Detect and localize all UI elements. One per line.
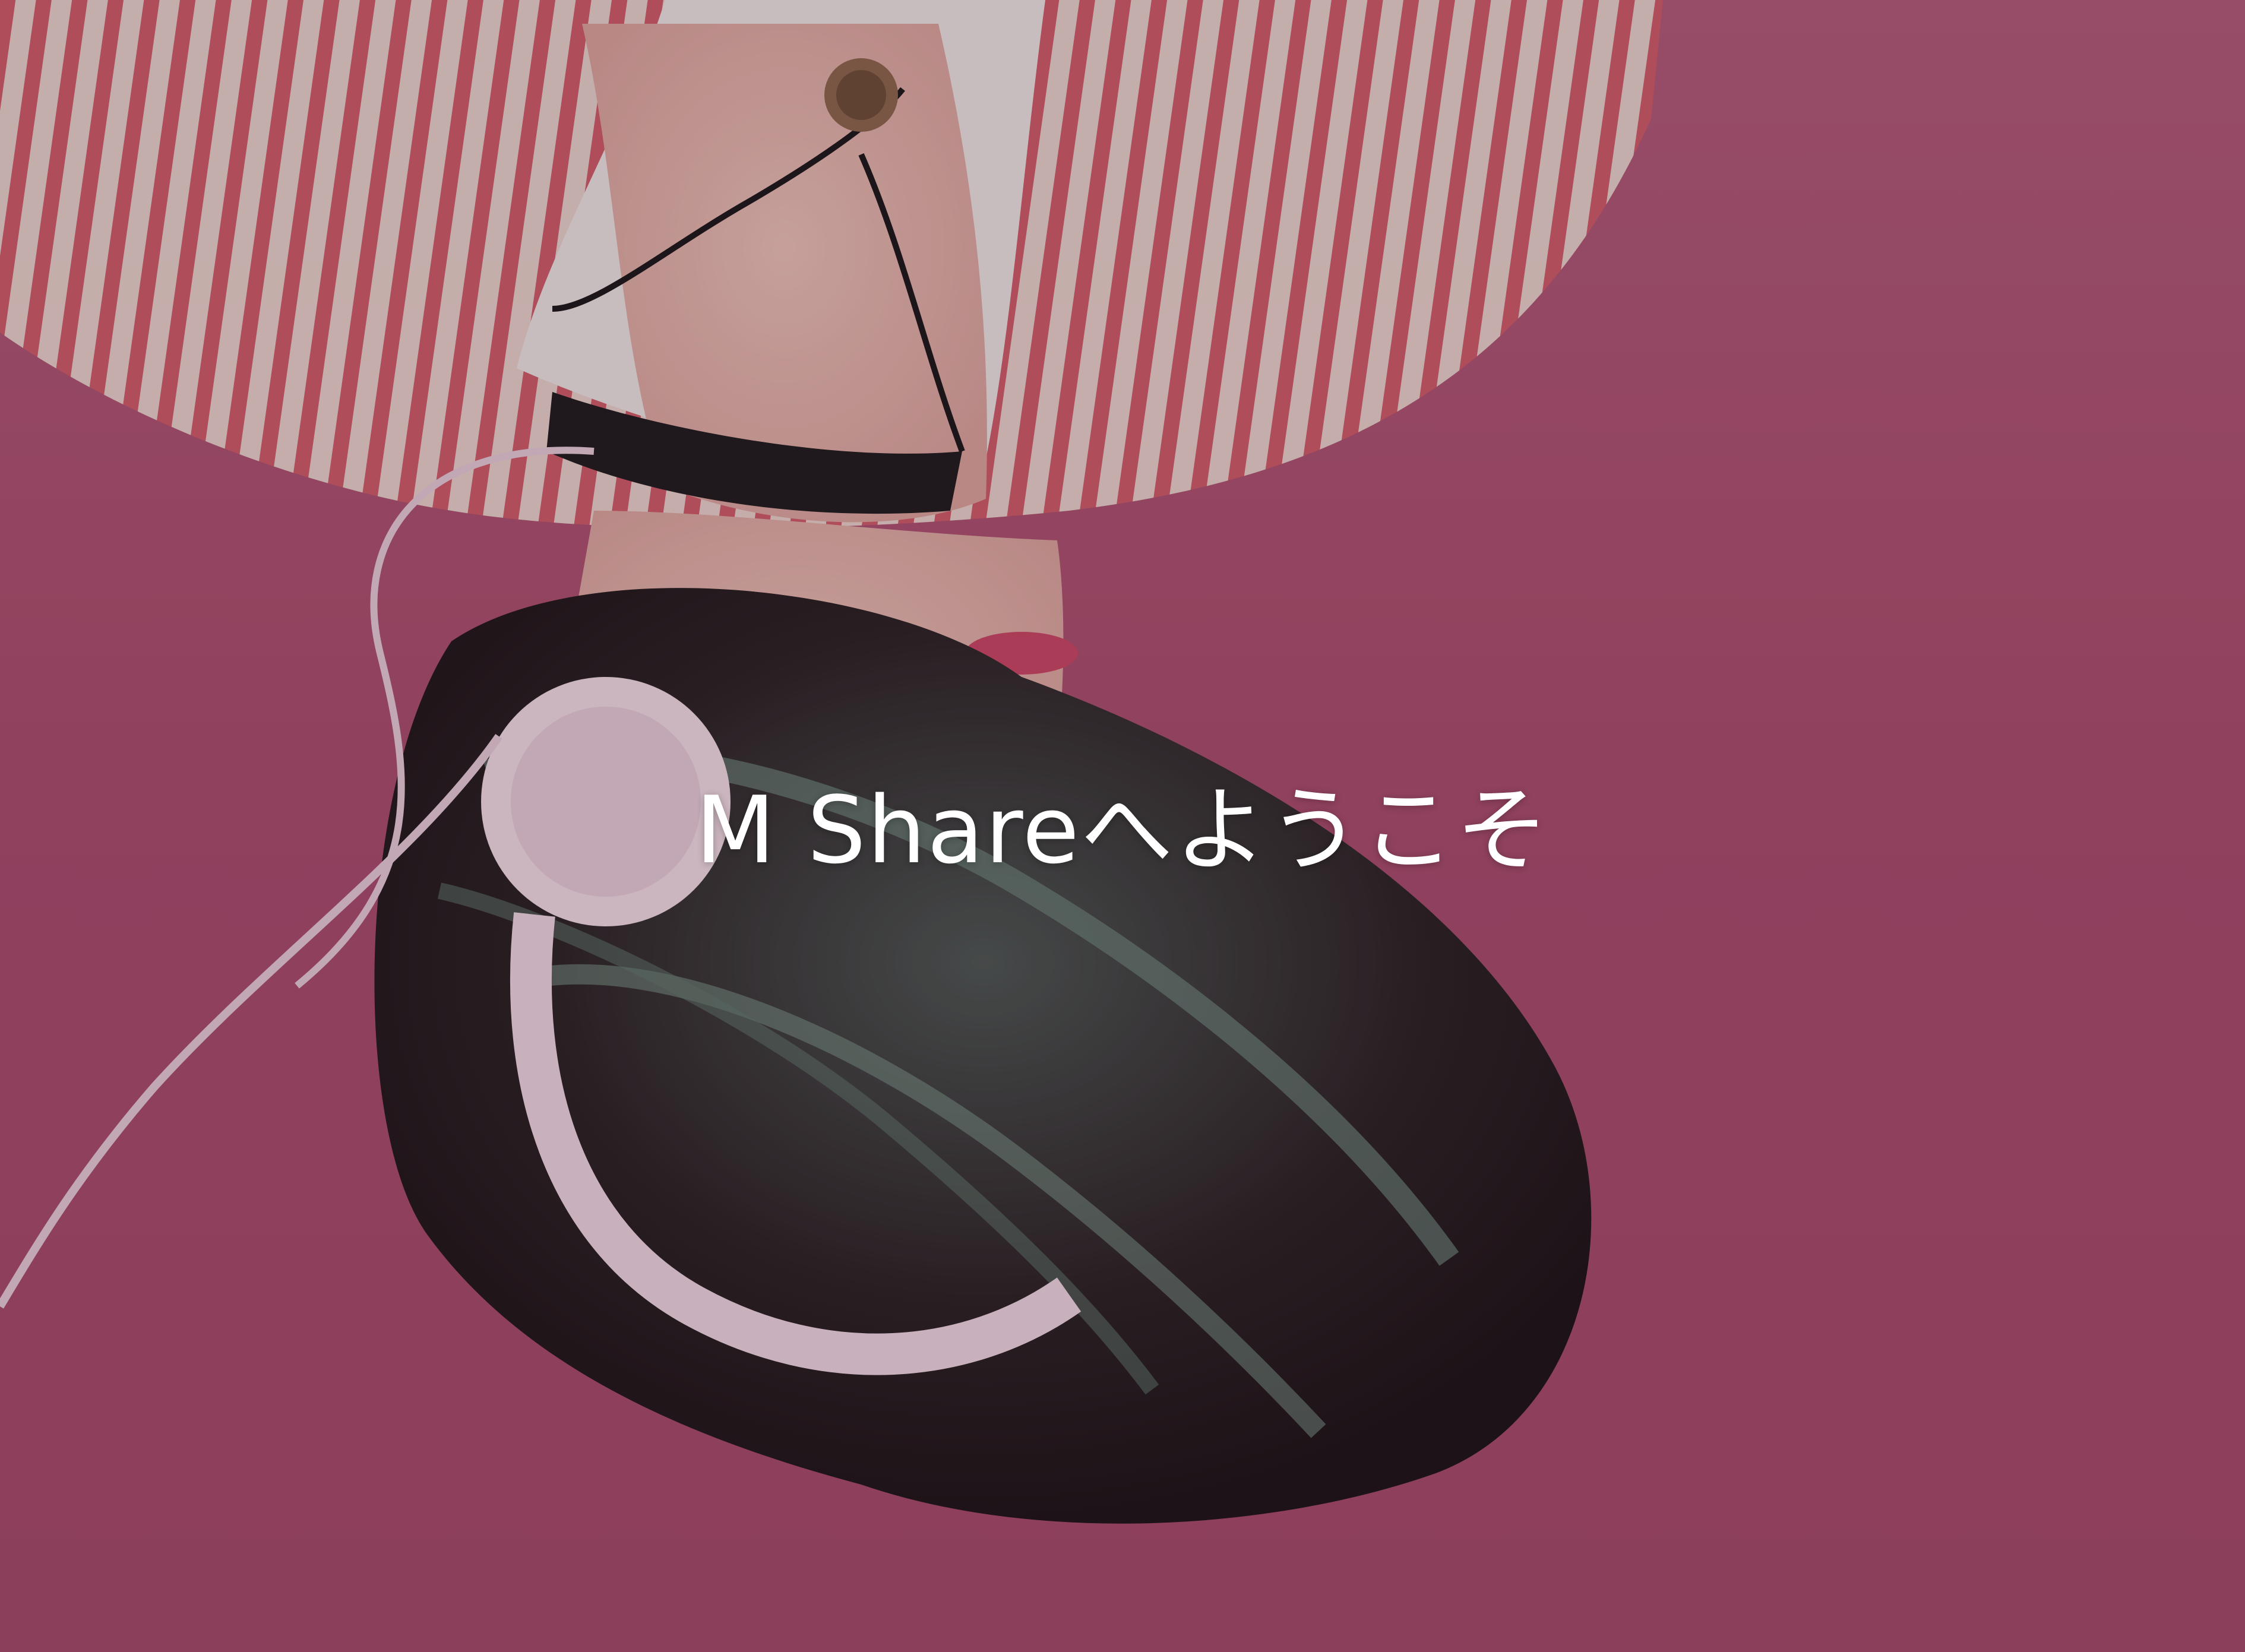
hero-section: M Shareへようこそ [0, 0, 2245, 1652]
welcome-title: M Shareへようこそ [695, 776, 1550, 884]
